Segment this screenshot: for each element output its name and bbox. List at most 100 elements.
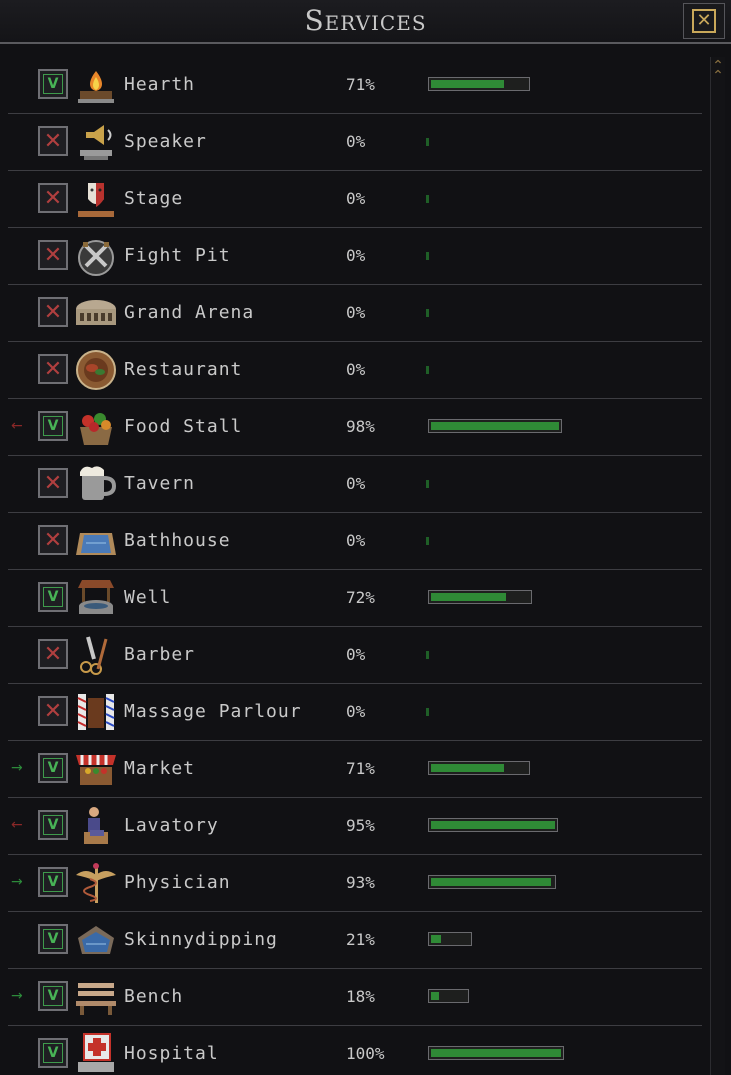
service-percent: 0% <box>346 702 366 721</box>
service-toggle-checkbox[interactable]: ✕ <box>38 183 68 213</box>
service-percent: 95% <box>346 816 375 835</box>
service-name: Tavern <box>124 473 196 494</box>
window-titlebar: Services ✕ <box>0 0 731 44</box>
check-v-icon: V <box>43 815 63 835</box>
service-name: Bathhouse <box>124 530 231 551</box>
close-button[interactable]: ✕ <box>683 3 725 39</box>
services-list: V Hearth 71% ✕ Speaker 0% ✕ Stage 0% ✕ Fight Pit 0%… <box>8 57 702 1075</box>
scrollbar[interactable]: ⌃ ⌃ <box>710 57 725 1075</box>
service-progress-bar <box>428 818 558 832</box>
service-progress-fill <box>431 878 551 886</box>
arrow-right-icon: → <box>11 874 23 890</box>
service-row-restaurant[interactable]: ✕ Restaurant 0% <box>8 342 702 399</box>
service-toggle-checkbox[interactable]: V <box>38 411 68 441</box>
service-toggle-checkbox[interactable]: V <box>38 810 68 840</box>
speaker-icon <box>74 120 118 164</box>
service-progress-fill <box>431 422 559 430</box>
bathhouse-icon <box>74 519 118 563</box>
service-percent: 0% <box>346 303 366 322</box>
service-progress-empty <box>426 708 429 716</box>
service-progress-fill <box>431 80 504 88</box>
service-toggle-checkbox[interactable]: ✕ <box>38 240 68 270</box>
check-v-icon: V <box>43 986 63 1006</box>
service-row-tavern[interactable]: ✕ Tavern 0% <box>8 456 702 513</box>
service-percent: 0% <box>346 645 366 664</box>
service-percent: 71% <box>346 75 375 94</box>
cross-x-icon: ✕ <box>43 527 63 553</box>
grand-arena-icon <box>74 291 118 335</box>
service-percent: 72% <box>346 588 375 607</box>
cross-x-icon: ✕ <box>43 299 63 325</box>
service-toggle-checkbox[interactable]: ✕ <box>38 696 68 726</box>
service-toggle-checkbox[interactable]: V <box>38 69 68 99</box>
service-percent: 18% <box>346 987 375 1006</box>
service-name: Grand Arena <box>124 302 255 323</box>
window-title: Services <box>304 4 427 37</box>
service-name: Food Stall <box>124 416 243 437</box>
service-progress-empty <box>426 366 429 374</box>
service-toggle-checkbox[interactable]: V <box>38 753 68 783</box>
service-name: Well <box>124 587 172 608</box>
service-toggle-checkbox[interactable]: V <box>38 582 68 612</box>
service-toggle-checkbox[interactable]: ✕ <box>38 354 68 384</box>
hospital-icon <box>74 1032 118 1075</box>
service-name: Stage <box>124 188 184 209</box>
service-progress-bar <box>428 419 562 433</box>
service-progress-empty <box>426 480 429 488</box>
service-progress-empty <box>426 195 429 203</box>
service-row-well[interactable]: V Well 72% <box>8 570 702 627</box>
well-icon <box>74 576 118 620</box>
food-stall-icon <box>74 405 118 449</box>
arrow-left-icon: ← <box>11 817 23 833</box>
service-row-food-stall[interactable]: ← V Food Stall 98% <box>8 399 702 456</box>
cross-x-icon: ✕ <box>43 641 63 667</box>
check-v-icon: V <box>43 929 63 949</box>
service-row-fight-pit[interactable]: ✕ Fight Pit 0% <box>8 228 702 285</box>
service-row-bathhouse[interactable]: ✕ Bathhouse 0% <box>8 513 702 570</box>
arrow-right-icon: → <box>11 760 23 776</box>
skinnydipping-icon <box>74 918 118 962</box>
service-toggle-checkbox[interactable]: V <box>38 981 68 1011</box>
service-row-barber[interactable]: ✕ Barber 0% <box>8 627 702 684</box>
bench-icon <box>74 975 118 1019</box>
service-row-massage-parlour[interactable]: ✕ Massage Parlour 0% <box>8 684 702 741</box>
service-name: Fight Pit <box>124 245 231 266</box>
service-percent: 71% <box>346 759 375 778</box>
service-row-physician[interactable]: → V Physician 93% <box>8 855 702 912</box>
service-row-lavatory[interactable]: ← V Lavatory 95% <box>8 798 702 855</box>
service-toggle-checkbox[interactable]: V <box>38 924 68 954</box>
service-progress-fill <box>431 992 439 1000</box>
service-name: Bench <box>124 986 184 1007</box>
check-v-icon: V <box>43 1043 63 1063</box>
service-name: Skinnydipping <box>124 929 278 950</box>
tavern-icon <box>74 462 118 506</box>
service-toggle-checkbox[interactable]: V <box>38 1038 68 1068</box>
service-row-hearth[interactable]: V Hearth 71% <box>8 57 702 114</box>
service-progress-bar <box>428 77 530 91</box>
service-toggle-checkbox[interactable]: ✕ <box>38 468 68 498</box>
service-percent: 0% <box>346 474 366 493</box>
service-toggle-checkbox[interactable]: V <box>38 867 68 897</box>
check-v-icon: V <box>43 587 63 607</box>
service-row-market[interactable]: → V Market 71% <box>8 741 702 798</box>
service-toggle-checkbox[interactable]: ✕ <box>38 525 68 555</box>
service-toggle-checkbox[interactable]: ✕ <box>38 639 68 669</box>
scroll-up-icon[interactable]: ⌃ ⌃ <box>711 59 725 91</box>
service-percent: 0% <box>346 132 366 151</box>
service-row-bench[interactable]: → V Bench 18% <box>8 969 702 1026</box>
service-percent: 93% <box>346 873 375 892</box>
fight-pit-icon <box>74 234 118 278</box>
service-toggle-checkbox[interactable]: ✕ <box>38 297 68 327</box>
check-v-icon: V <box>43 74 63 94</box>
service-row-grand-arena[interactable]: ✕ Grand Arena 0% <box>8 285 702 342</box>
arrow-right-icon: → <box>11 988 23 1004</box>
service-row-hospital[interactable]: V Hospital 100% <box>8 1026 702 1075</box>
service-percent: 0% <box>346 531 366 550</box>
stage-icon <box>74 177 118 221</box>
service-progress-empty <box>426 138 429 146</box>
service-progress-bar <box>428 761 530 775</box>
service-row-skinnydipping[interactable]: V Skinnydipping 21% <box>8 912 702 969</box>
service-row-stage[interactable]: ✕ Stage 0% <box>8 171 702 228</box>
service-row-speaker[interactable]: ✕ Speaker 0% <box>8 114 702 171</box>
service-toggle-checkbox[interactable]: ✕ <box>38 126 68 156</box>
